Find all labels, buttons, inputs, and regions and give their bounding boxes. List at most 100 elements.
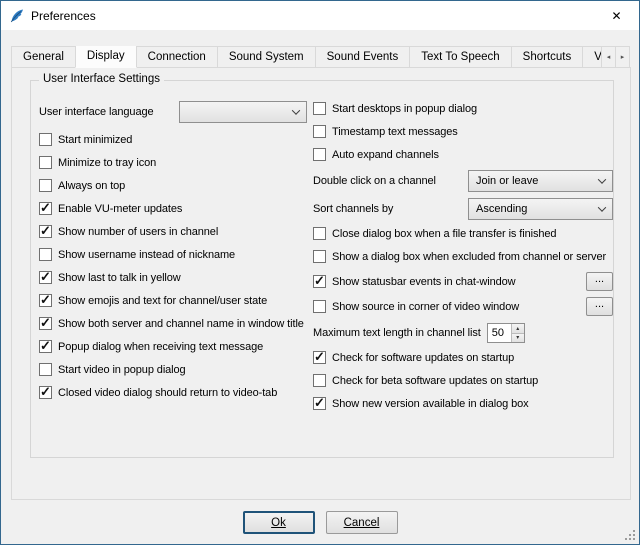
left-column: User interface language Start minimized … [39, 101, 307, 408]
checkbox-excluded-dialog[interactable]: Show a dialog box when excluded from cha… [313, 249, 613, 264]
app-feather-icon [9, 8, 25, 24]
checkbox-new-version-dialog[interactable]: Show new version available in dialog box [313, 396, 613, 411]
checkbox-label: Check for beta software updates on start… [332, 375, 538, 387]
language-combobox[interactable] [179, 101, 307, 123]
checkbox-video-return-tab[interactable]: Closed video dialog should return to vid… [39, 385, 307, 400]
checkbox-label: Show number of users in channel [58, 226, 218, 238]
checkbox-label: Start desktops in popup dialog [332, 103, 477, 115]
checkbox-box[interactable] [313, 397, 326, 410]
checkbox-box[interactable] [313, 351, 326, 364]
title-bar[interactable]: Preferences [1, 1, 639, 30]
checkbox-box[interactable] [39, 363, 52, 376]
checkbox-show-user-count[interactable]: Show number of users in channel [39, 224, 307, 239]
double-click-value: Join or leave [476, 175, 538, 187]
checkbox-box[interactable] [39, 202, 52, 215]
video-source-browse-button[interactable]: ... [586, 297, 613, 316]
sort-channels-label: Sort channels by [313, 203, 393, 215]
checkbox-close-file-transfer[interactable]: Close dialog box when a file transfer is… [313, 226, 613, 241]
checkbox-label: Show a dialog box when excluded from cha… [332, 251, 606, 263]
double-click-label: Double click on a channel [313, 175, 436, 187]
user-interface-settings-group: User Interface Settings User interface l… [30, 80, 614, 458]
dialog-button-row: Ok Cancel [1, 511, 639, 534]
resize-grip[interactable] [625, 530, 635, 540]
checkbox-box[interactable] [39, 248, 52, 261]
checkbox-video-source-corner[interactable] [313, 300, 326, 313]
tab-sound-system[interactable]: Sound System [217, 46, 316, 68]
max-text-length-label: Maximum text length in channel list [313, 327, 481, 339]
window-title: Preferences [31, 9, 96, 23]
checkbox-statusbar-events[interactable] [313, 275, 326, 288]
video-source-row: Show source in corner of video window ..… [313, 297, 613, 316]
tab-shortcuts[interactable]: Shortcuts [511, 46, 584, 68]
tab-general[interactable]: General [11, 46, 76, 68]
statusbar-events-browse-button[interactable]: ... [586, 272, 613, 291]
checkbox-update-check[interactable]: Check for software updates on startup [313, 350, 613, 365]
checkbox-label: Show emojis and text for channel/user st… [58, 295, 267, 307]
cancel-button-label: Cancel [344, 517, 380, 529]
checkbox-box[interactable] [313, 102, 326, 115]
right-column: Start desktops in popup dialog Timestamp… [313, 101, 613, 419]
sort-channels-combobox[interactable]: Ascending [468, 198, 613, 220]
spinner-down-icon[interactable]: ▾ [512, 334, 524, 343]
chevron-down-icon [598, 203, 606, 211]
tab-scroll-right-icon[interactable]: ▸ [615, 46, 630, 68]
chevron-down-icon [292, 106, 300, 114]
checkbox-box[interactable] [313, 374, 326, 387]
tab-scroll-left-icon[interactable]: ◂ [601, 46, 616, 68]
checkbox-vu-meter-updates[interactable]: Enable VU-meter updates [39, 201, 307, 216]
ok-button[interactable]: Ok [243, 511, 315, 534]
checkbox-box[interactable] [39, 133, 52, 146]
checkbox-label: Show username instead of nickname [58, 249, 235, 261]
ok-button-label: Ok [271, 517, 286, 529]
checkbox-always-on-top[interactable]: Always on top [39, 178, 307, 193]
checkbox-box[interactable] [39, 156, 52, 169]
checkbox-minimize-to-tray[interactable]: Minimize to tray icon [39, 155, 307, 170]
max-text-length-spinner[interactable]: 50 ▴ ▾ [487, 323, 525, 343]
checkbox-start-minimized[interactable]: Start minimized [39, 132, 307, 147]
close-icon[interactable]: ✕ [594, 1, 639, 30]
checkbox-box[interactable] [313, 227, 326, 240]
checkbox-label: Enable VU-meter updates [58, 203, 182, 215]
checkbox-popup-text-message[interactable]: Popup dialog when receiving text message [39, 339, 307, 354]
cancel-button[interactable]: Cancel [326, 511, 398, 534]
checkbox-label: Start video in popup dialog [58, 364, 186, 376]
checkbox-box[interactable] [39, 340, 52, 353]
tab-display[interactable]: Display [75, 46, 137, 68]
tab-text-to-speech[interactable]: Text To Speech [409, 46, 511, 68]
checkbox-label: Always on top [58, 180, 125, 192]
language-row: User interface language [39, 101, 307, 123]
spinner-arrows: ▴ ▾ [511, 324, 524, 342]
double-click-combobox[interactable]: Join or leave [468, 170, 613, 192]
checkbox-label: Show new version available in dialog box [332, 398, 529, 410]
checkbox-box[interactable] [313, 125, 326, 138]
checkbox-auto-expand-channels[interactable]: Auto expand channels [313, 147, 613, 162]
checkbox-box[interactable] [313, 148, 326, 161]
max-text-length-row: Maximum text length in channel list 50 ▴… [313, 322, 613, 344]
checkbox-timestamp-messages[interactable]: Timestamp text messages [313, 124, 613, 139]
checkbox-box[interactable] [39, 225, 52, 238]
checkbox-box[interactable] [39, 294, 52, 307]
checkbox-label: Auto expand channels [332, 149, 439, 161]
tab-sound-events[interactable]: Sound Events [315, 46, 411, 68]
checkbox-last-talk-yellow[interactable]: Show last to talk in yellow [39, 270, 307, 285]
checkbox-server-channel-title[interactable]: Show both server and channel name in win… [39, 316, 307, 331]
checkbox-beta-update-check[interactable]: Check for beta software updates on start… [313, 373, 613, 388]
checkbox-box[interactable] [39, 386, 52, 399]
checkbox-box[interactable] [39, 271, 52, 284]
max-text-length-value[interactable]: 50 [488, 324, 511, 342]
checkbox-video-popup[interactable]: Start video in popup dialog [39, 362, 307, 377]
checkbox-box[interactable] [39, 179, 52, 192]
checkbox-show-username[interactable]: Show username instead of nickname [39, 247, 307, 262]
checkbox-box[interactable] [39, 317, 52, 330]
checkbox-label: Show statusbar events in chat-window [332, 276, 516, 288]
spinner-up-icon[interactable]: ▴ [512, 324, 524, 334]
checkbox-desktops-popup[interactable]: Start desktops in popup dialog [313, 101, 613, 116]
tab-scroller: ◂ ▸ [602, 46, 630, 68]
preferences-dialog: { "window": { "title": "Preferences", "c… [0, 0, 640, 545]
checkbox-show-emojis[interactable]: Show emojis and text for channel/user st… [39, 293, 307, 308]
checkbox-label: Show source in corner of video window [332, 301, 519, 313]
checkbox-box[interactable] [313, 250, 326, 263]
checkbox-label: Minimize to tray icon [58, 157, 156, 169]
tab-connection[interactable]: Connection [136, 46, 218, 68]
sort-channels-row: Sort channels by Ascending [313, 198, 613, 220]
